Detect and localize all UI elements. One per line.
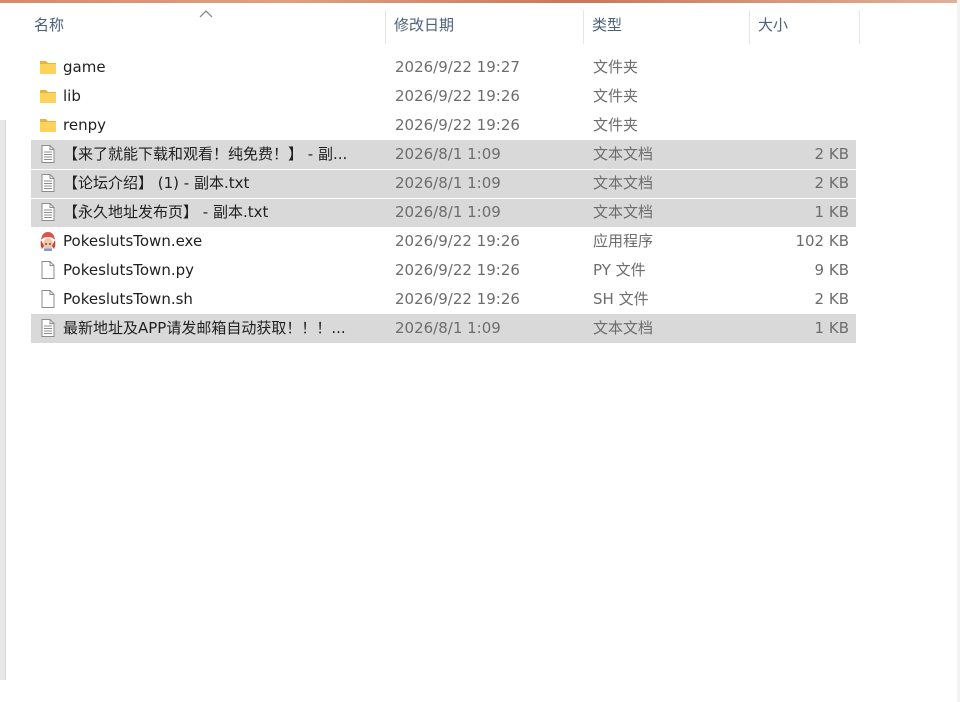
- file-size: 1 KB: [814, 319, 849, 337]
- file-size: 2 KB: [814, 145, 849, 163]
- file-type: 文本文档: [593, 319, 654, 337]
- navigation-pane-edge[interactable]: [0, 120, 6, 680]
- text-file-icon: [38, 144, 58, 164]
- text-file-icon: [38, 173, 58, 193]
- text-file-icon: [38, 202, 58, 222]
- file-row[interactable]: 最新地址及APP请发邮箱自动获取！！！... 2026/8/1 1:09 文本文档 1…: [31, 314, 856, 343]
- file-date-modified: 2026/9/22 19:26: [395, 116, 520, 134]
- column-header-type[interactable]: 类型: [583, 6, 749, 44]
- file-size: 9 KB: [814, 261, 849, 279]
- file-type: 文本文档: [593, 174, 654, 192]
- file-name: game: [63, 58, 106, 76]
- file-row[interactable]: 【永久地址发布页】 - 副本.txt 2026/8/1 1:09 文本文档 1 KB: [31, 198, 856, 227]
- column-header-date[interactable]: 修改日期: [385, 6, 583, 44]
- file-name: 【永久地址发布页】 - 副本.txt: [63, 203, 269, 221]
- file-size: 2 KB: [814, 174, 849, 192]
- file-size: 102 KB: [795, 232, 849, 250]
- file-date-modified: 2026/9/22 19:26: [395, 232, 520, 250]
- file-size: 1 KB: [814, 203, 849, 221]
- blank-file-icon: [38, 260, 58, 280]
- folder-icon: [38, 86, 58, 106]
- blank-file-icon: [38, 289, 58, 309]
- file-type: 文件夹: [593, 116, 639, 134]
- file-row[interactable]: PokeslutsTown.py 2026/9/22 19:26 PY 文件 9 KB: [31, 256, 856, 285]
- file-type: 文本文档: [593, 145, 654, 163]
- file-type: PY 文件: [593, 261, 646, 279]
- file-row[interactable]: PokeslutsTown.exe 2026/9/22 19:26 应用程序 102 …: [31, 227, 856, 256]
- folder-icon: [38, 57, 58, 77]
- file-row[interactable]: 【来了就能下载和观看！纯免费！】 - 副... 2026/8/1 1:09 文本文档…: [31, 140, 856, 169]
- file-date-modified: 2026/9/22 19:26: [395, 290, 520, 308]
- file-name: renpy: [63, 116, 106, 134]
- column-divider[interactable]: [859, 10, 860, 44]
- file-date-modified: 2026/8/1 1:09: [395, 319, 501, 337]
- file-list: game 2026/9/22 19:27 文件夹 lib 2026/9/22 19:26…: [31, 53, 856, 343]
- file-row[interactable]: renpy 2026/9/22 19:26 文件夹: [31, 111, 856, 140]
- app-icon: [38, 231, 58, 251]
- file-name: lib: [63, 87, 81, 105]
- file-date-modified: 2026/9/22 19:27: [395, 58, 520, 76]
- file-name: PokeslutsTown.py: [63, 261, 194, 279]
- file-date-modified: 2026/8/1 1:09: [395, 174, 501, 192]
- file-name: PokeslutsTown.sh: [63, 290, 193, 308]
- column-header-bar: 名称 修改日期 类型 大小: [0, 6, 862, 44]
- file-date-modified: 2026/9/22 19:26: [395, 261, 520, 279]
- file-type: 文件夹: [593, 87, 639, 105]
- file-name: 最新地址及APP请发邮箱自动获取！！！...: [63, 319, 346, 337]
- file-row[interactable]: lib 2026/9/22 19:26 文件夹: [31, 82, 856, 111]
- file-name: PokeslutsTown.exe: [63, 232, 203, 250]
- window-top-border: [0, 0, 960, 3]
- file-type: 文件夹: [593, 58, 639, 76]
- file-type: 文本文档: [593, 203, 654, 221]
- file-row[interactable]: game 2026/9/22 19:27 文件夹: [31, 53, 856, 82]
- file-name: 【论坛介绍】 (1) - 副本.txt: [63, 174, 250, 192]
- file-date-modified: 2026/9/22 19:26: [395, 87, 520, 105]
- file-row[interactable]: 【论坛介绍】 (1) - 副本.txt 2026/8/1 1:09 文本文档 2 KB: [31, 169, 856, 198]
- text-file-icon: [38, 318, 58, 338]
- file-date-modified: 2026/8/1 1:09: [395, 145, 501, 163]
- file-name: 【来了就能下载和观看！纯免费！】 - 副...: [63, 145, 348, 163]
- file-row[interactable]: PokeslutsTown.sh 2026/9/22 19:26 SH 文件 2 KB: [31, 285, 856, 314]
- folder-icon: [38, 115, 58, 135]
- file-size: 2 KB: [814, 290, 849, 308]
- file-type: 应用程序: [593, 232, 654, 250]
- file-date-modified: 2026/8/1 1:09: [395, 203, 501, 221]
- file-type: SH 文件: [593, 290, 649, 308]
- column-header-name[interactable]: 名称: [25, 6, 385, 44]
- column-header-size[interactable]: 大小: [749, 6, 859, 44]
